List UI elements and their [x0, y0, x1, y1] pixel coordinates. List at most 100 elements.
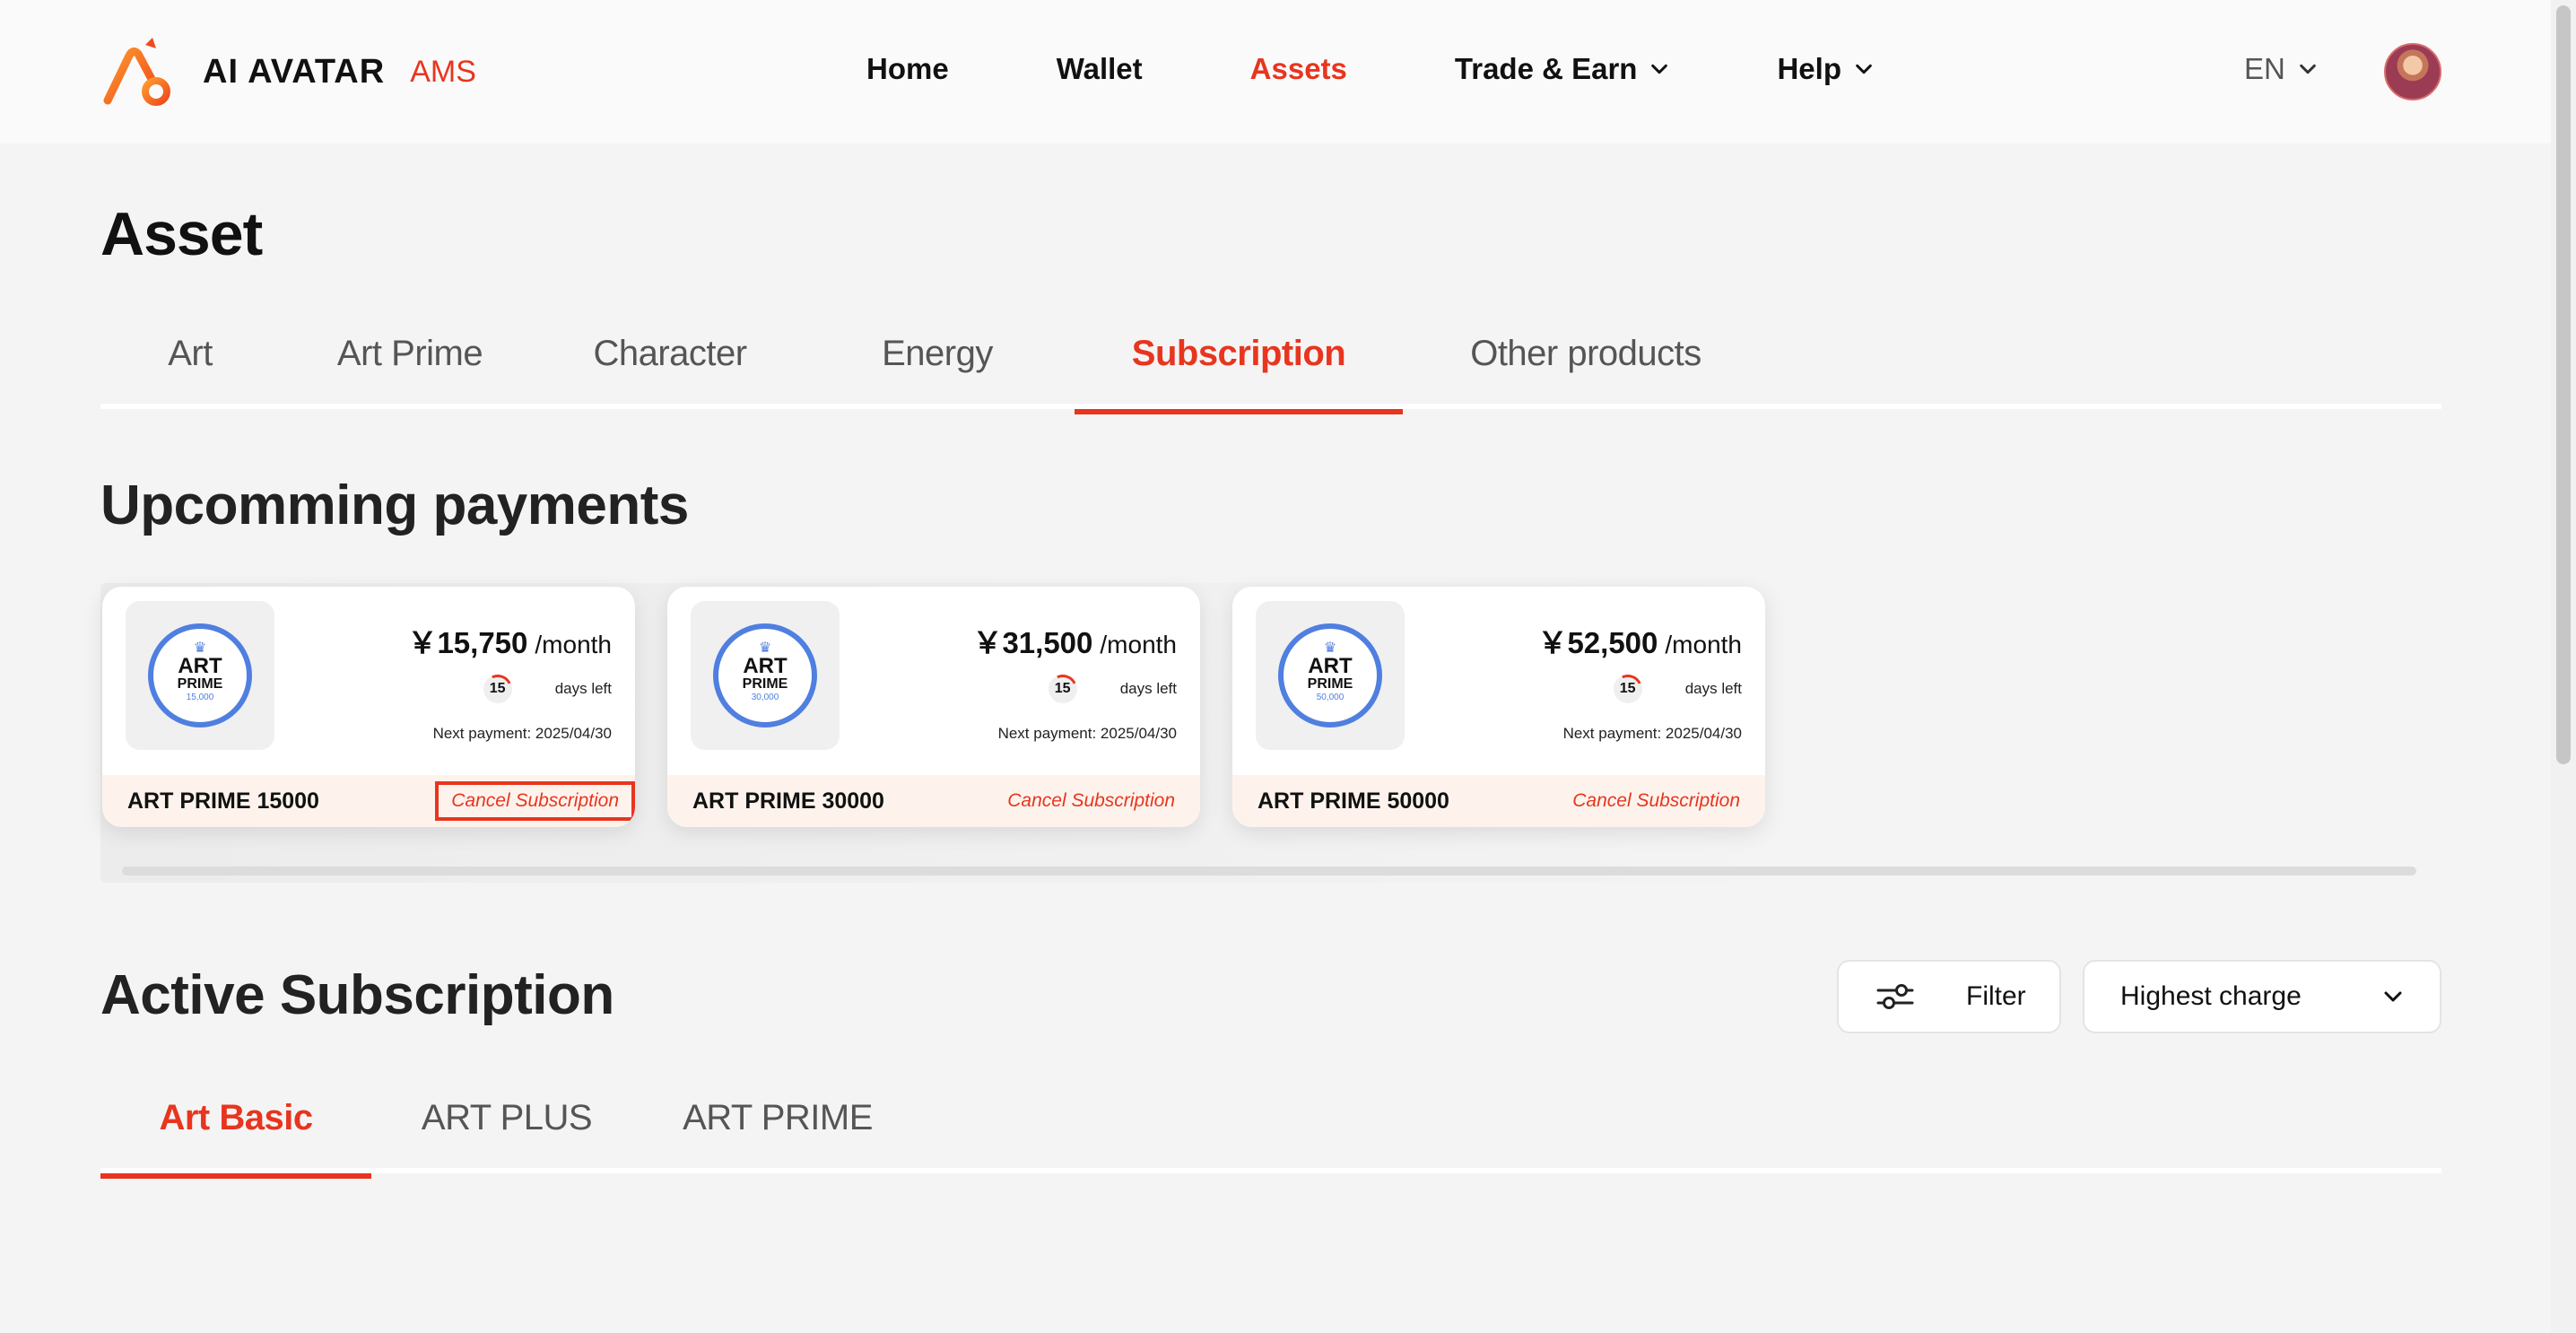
vertical-scrollbar[interactable]: [2551, 0, 2576, 1333]
nav-trade-earn-label: Trade & Earn: [1454, 52, 1638, 85]
card-footer: ART PRIME 50000 Cancel Subscription: [1232, 775, 1765, 827]
active-subscription-title: Active Subscription: [100, 964, 614, 1026]
nav-help[interactable]: Help: [1777, 52, 1874, 86]
plan-name: ART PRIME 30000: [692, 788, 884, 814]
cancel-subscription-link[interactable]: Cancel Subscription: [435, 781, 635, 821]
days-left: 15 days left: [483, 675, 612, 703]
plan-name: ART PRIME 50000: [1258, 788, 1449, 814]
card-footer: ART PRIME 30000 Cancel Subscription: [667, 775, 1200, 827]
filter-button[interactable]: Filter: [1837, 960, 2061, 1033]
badge-art: ART: [178, 654, 222, 678]
tab-art-basic[interactable]: Art Basic: [100, 1098, 371, 1179]
subscription-plan-tabs: Art Basic ART PLUS ART PRIME: [100, 1098, 2441, 1179]
nav-home[interactable]: Home: [866, 52, 949, 86]
tab-label: Character: [593, 334, 747, 373]
brand-logo-icon: [103, 38, 170, 106]
tab-label: Art Basic: [159, 1098, 313, 1137]
badge-number: 15,000: [186, 693, 214, 702]
tab-art-prime[interactable]: ART PRIME: [642, 1098, 913, 1173]
tab-label: Other products: [1470, 334, 1701, 373]
days-left: 15 days left: [1048, 675, 1177, 703]
art-prime-badge: ♛ ART PRIME 50,000: [1278, 623, 1382, 727]
tab-label: Subscription: [1131, 334, 1346, 373]
brand-name: AI AVATAR: [203, 52, 386, 91]
tab-label: ART PRIME: [683, 1098, 873, 1137]
price-amount: ￥52,500: [1537, 626, 1658, 659]
payment-card[interactable]: ♛ ART PRIME 30,000 ￥31,500 /month 15 day…: [667, 587, 1200, 827]
tab-art-prime[interactable]: Art Prime: [280, 334, 540, 409]
sliders-icon: [1876, 984, 1914, 1009]
sort-selected-value: Highest charge: [2120, 981, 2302, 1011]
brand-suffix: AMS: [410, 54, 476, 89]
price-amount: ￥31,500: [972, 626, 1093, 659]
tab-label: Energy: [882, 334, 993, 373]
page-title: Asset: [100, 200, 263, 268]
price-period: /month: [1665, 631, 1742, 658]
cancel-subscription-link[interactable]: Cancel Subscription: [1572, 790, 1740, 812]
filter-label: Filter: [1966, 981, 2026, 1011]
badge-art: ART: [743, 654, 788, 678]
plan-thumbnail: ♛ ART PRIME 15,000: [126, 601, 274, 750]
badge-prime: PRIME: [742, 676, 788, 692]
nav-wallet-label: Wallet: [1056, 52, 1143, 85]
card-footer: ART PRIME 15000 Cancel Subscription: [102, 775, 635, 827]
nav-wallet[interactable]: Wallet: [1057, 52, 1143, 86]
nav-home-label: Home: [866, 52, 949, 85]
main-nav: Home Wallet Assets Trade & Earn Help: [866, 52, 1981, 86]
price-period: /month: [1100, 631, 1177, 658]
horizontal-scrollbar[interactable]: [122, 867, 2416, 876]
next-payment-date: Next payment: 2025/04/30: [1562, 725, 1742, 742]
chevron-down-icon: [1651, 64, 1668, 74]
brand[interactable]: AI AVATAR AMS: [100, 36, 476, 108]
badge-prime: PRIME: [1307, 676, 1353, 692]
nav-help-label: Help: [1777, 52, 1841, 85]
badge-number: 50,000: [1316, 693, 1345, 702]
days-left-label: days left: [554, 680, 612, 697]
price-period: /month: [535, 631, 612, 658]
days-left-ring: 15: [1613, 675, 1642, 703]
nav-assets-label: Assets: [1249, 52, 1347, 85]
plan-thumbnail: ♛ ART PRIME 50,000: [1256, 601, 1405, 750]
tab-other-products[interactable]: Other products: [1403, 334, 1769, 409]
chevron-down-icon: [2384, 991, 2402, 1002]
nav-assets[interactable]: Assets: [1250, 52, 1347, 86]
tab-label: Art: [168, 334, 213, 373]
asset-tabs: Art Art Prime Character Energy Subscript…: [100, 334, 2441, 414]
top-header: AI AVATAR AMS Home Wallet Assets Trade &…: [0, 0, 2551, 144]
upcoming-cards-carousel: ♛ ART PRIME 15,000 ￥15,750 /month 15 day…: [100, 583, 2416, 883]
nav-trade-earn[interactable]: Trade & Earn: [1455, 52, 1670, 86]
chevron-down-icon: [2300, 64, 2316, 74]
plan-thumbnail: ♛ ART PRIME 30,000: [691, 601, 840, 750]
art-prime-badge: ♛ ART PRIME 30,000: [713, 623, 817, 727]
price-amount: ￥15,750: [407, 626, 528, 659]
upcoming-payments-title: Upcomming payments: [100, 475, 689, 536]
payment-card[interactable]: ♛ ART PRIME 15,000 ￥15,750 /month 15 day…: [102, 587, 635, 827]
next-payment-date: Next payment: 2025/04/30: [432, 725, 612, 742]
avatar[interactable]: [2384, 43, 2441, 100]
sort-select[interactable]: Highest charge: [2083, 960, 2441, 1033]
badge-prime: PRIME: [177, 676, 223, 692]
scrollbar-thumb[interactable]: [2556, 5, 2571, 764]
days-left-ring: 15: [1048, 675, 1077, 703]
tab-art-plus[interactable]: ART PLUS: [371, 1098, 642, 1173]
payment-card[interactable]: ♛ ART PRIME 50,000 ￥52,500 /month 15 day…: [1232, 587, 1765, 827]
tab-subscription[interactable]: Subscription: [1075, 334, 1403, 414]
language-selector[interactable]: EN: [2244, 52, 2318, 86]
plan-name: ART PRIME 15000: [127, 788, 319, 814]
cancel-subscription-link[interactable]: Cancel Subscription: [1007, 790, 1175, 812]
tab-character[interactable]: Character: [540, 334, 800, 409]
days-left-label: days left: [1684, 680, 1742, 697]
badge-art: ART: [1308, 654, 1353, 678]
next-payment-date: Next payment: 2025/04/30: [997, 725, 1177, 742]
days-left-label: days left: [1119, 680, 1177, 697]
tab-art[interactable]: Art: [100, 334, 280, 409]
chevron-down-icon: [1856, 64, 1872, 74]
price: ￥31,500 /month: [972, 619, 1177, 662]
tab-label: Art Prime: [336, 334, 483, 373]
art-prime-badge: ♛ ART PRIME 15,000: [148, 623, 252, 727]
days-left-ring: 15: [483, 675, 512, 703]
days-left: 15 days left: [1613, 675, 1742, 703]
price: ￥52,500 /month: [1537, 619, 1742, 662]
language-label: EN: [2244, 52, 2285, 85]
tab-energy[interactable]: Energy: [800, 334, 1075, 409]
